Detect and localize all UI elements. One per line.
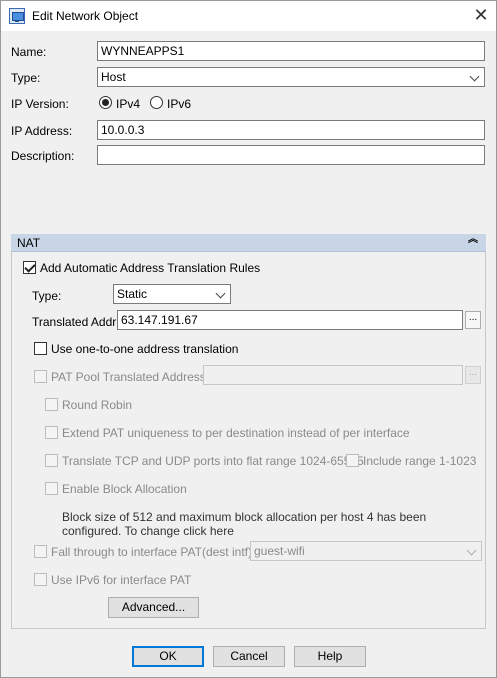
fallthrough-label: Fall through to interface PAT(dest intf)… [51, 545, 256, 559]
translate-ports-label: Translate TCP and UDP ports into flat ra… [62, 454, 364, 468]
type-select-value: Host [101, 70, 126, 84]
ok-button[interactable]: OK [132, 646, 204, 667]
extend-pat-checkbox[interactable] [45, 426, 58, 439]
translated-addr-label: Translated Addr: [32, 315, 120, 329]
help-button[interactable]: Help [294, 646, 366, 667]
include-range-label: Include range 1-1023 [363, 454, 477, 468]
ipv6-radio-label: IPv6 [167, 97, 192, 111]
nat-header-title: NAT [17, 236, 41, 250]
pat-pool-label: PAT Pool Translated Address: [51, 370, 210, 384]
pat-pool-browse-button[interactable]: ... [465, 366, 481, 384]
auto-translation-label: Add Automatic Address Translation Rules [40, 261, 261, 275]
include-range-checkbox[interactable] [346, 454, 359, 467]
type-select[interactable]: Host [97, 67, 485, 87]
block-allocation-note[interactable]: Block size of 512 and maximum block allo… [62, 510, 472, 538]
nat-type-value: Static [117, 287, 148, 301]
description-label: Description: [11, 149, 75, 163]
name-input[interactable]: WYNNEAPPS1 [97, 41, 485, 61]
description-input[interactable] [97, 145, 485, 165]
edit-network-object-dialog: Edit Network Object ✕ Name: WYNNEAPPS1 T… [0, 0, 497, 678]
fallthrough-interface-value: guest-wifi [254, 544, 305, 558]
block-allocation-label: Enable Block Allocation [62, 482, 187, 496]
extend-pat-label: Extend PAT uniqueness to per destination… [62, 426, 410, 440]
ipv6-pat-label: Use IPv6 for interface PAT [51, 573, 192, 587]
ipv4-radio-label: IPv4 [116, 97, 141, 111]
translated-addr-browse-button[interactable]: ... [465, 311, 481, 329]
pat-pool-input[interactable] [203, 365, 463, 385]
one-to-one-checkbox[interactable] [34, 342, 47, 355]
title-bar: Edit Network Object ✕ [1, 1, 496, 31]
one-to-one-label: Use one-to-one address translation [51, 342, 239, 356]
network-object-icon [9, 8, 25, 24]
type-label: Type: [11, 71, 41, 85]
ip-address-input[interactable]: 10.0.0.3 [97, 120, 485, 140]
ipv4-radio[interactable] [99, 96, 112, 109]
round-robin-label: Round Robin [62, 398, 133, 412]
name-label: Name: [11, 45, 47, 59]
block-allocation-checkbox[interactable] [45, 482, 58, 495]
round-robin-checkbox[interactable] [45, 398, 58, 411]
translated-addr-input[interactable]: 63.147.191.67 [117, 310, 463, 330]
translate-ports-checkbox[interactable] [45, 454, 58, 467]
chevron-down-icon [469, 71, 480, 82]
advanced-button[interactable]: Advanced... [108, 597, 199, 618]
collapse-icon[interactable]: ︽ [468, 235, 478, 245]
ip-version-label: IP Version: [11, 97, 69, 111]
fallthrough-interface-select[interactable]: guest-wifi [250, 541, 482, 561]
ipv6-pat-checkbox[interactable] [34, 573, 47, 586]
chevron-down-icon [215, 288, 226, 299]
chevron-down-icon [466, 545, 477, 556]
ip-address-label: IP Address: [11, 124, 73, 138]
auto-translation-checkbox[interactable] [23, 261, 36, 274]
nat-type-select[interactable]: Static [113, 284, 231, 304]
cancel-button[interactable]: Cancel [213, 646, 285, 667]
nat-panel-header[interactable]: NAT ︽ [11, 234, 486, 252]
pat-pool-checkbox[interactable] [34, 370, 47, 383]
fallthrough-checkbox[interactable] [34, 545, 47, 558]
window-title: Edit Network Object [32, 9, 139, 23]
close-icon[interactable]: ✕ [471, 5, 491, 25]
ipv6-radio[interactable] [150, 96, 163, 109]
nat-type-label: Type: [32, 289, 62, 303]
